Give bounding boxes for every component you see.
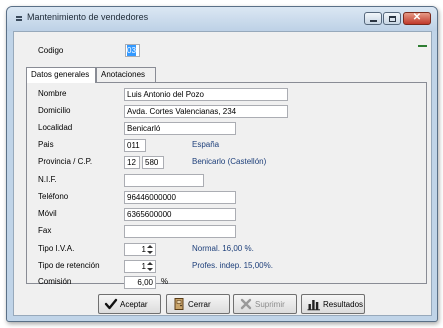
domicilio-input[interactable]: Avda. Cortes Valencianas, 234 [124, 105, 288, 118]
pais-input[interactable]: 011 [124, 139, 146, 152]
provincia-description: Benicarlo (Castellón) [192, 157, 267, 166]
vendedores-window: Mantenimiento de vendedores ✕ Codigo 03 … [6, 6, 438, 322]
spin-down-icon[interactable] [147, 251, 153, 254]
provincia-label: Provincia / C.P. [38, 157, 93, 166]
resultados-label: Resultados [323, 300, 364, 309]
tipo-retencion-description: Profes. indep. 15,00%. [192, 261, 273, 270]
window-client-area: Codigo 03 Datos generales Anotaciones No… [13, 31, 432, 316]
menu-icon[interactable] [16, 16, 22, 21]
datos-generales-panel: Nombre Luis Antonio del Pozo Domicilio A… [26, 82, 427, 289]
close-button[interactable]: ✕ [403, 12, 431, 25]
title-bar[interactable]: Mantenimiento de vendedores ✕ [7, 7, 437, 31]
localidad-label: Localidad [38, 123, 73, 132]
bar-chart-icon [307, 297, 321, 311]
maximize-icon [389, 16, 396, 22]
minimize-button[interactable] [364, 12, 382, 25]
nombre-input[interactable]: Luis Antonio del Pozo [124, 88, 288, 101]
comision-input[interactable]: 6,00 [124, 276, 156, 289]
suprimir-button[interactable]: Suprimir [233, 294, 297, 314]
maximize-button[interactable] [383, 12, 401, 25]
provincia-input[interactable]: 12 [124, 156, 140, 169]
tab-datos-generales[interactable]: Datos generales [26, 67, 96, 83]
nombre-label: Nombre [38, 89, 67, 98]
tab-anotaciones[interactable]: Anotaciones [96, 67, 156, 82]
cerrar-button[interactable]: Cerrar [166, 294, 230, 314]
spin-up-icon[interactable] [147, 245, 153, 248]
minimize-icon [370, 20, 377, 22]
spin-up-icon[interactable] [147, 262, 153, 265]
localidad-input[interactable]: Benicarló [124, 122, 236, 135]
resultados-button[interactable]: Resultados [301, 294, 365, 314]
tipo-iva-value: 1 [141, 245, 146, 254]
domicilio-label: Domicilio [38, 106, 71, 115]
fax-input[interactable] [124, 225, 236, 238]
fax-label: Fax [38, 226, 52, 235]
delete-x-icon [239, 297, 253, 311]
tipo-iva-label: Tipo I.V.A. [38, 244, 75, 253]
pais-label: Pais [38, 140, 54, 149]
cerrar-label: Cerrar [188, 300, 211, 309]
comision-unit: % [161, 277, 169, 286]
pais-description: España [192, 140, 220, 149]
suprimir-label: Suprimir [255, 300, 285, 309]
tipo-retencion-label: Tipo de retención [38, 261, 100, 270]
aceptar-button[interactable]: Aceptar [98, 294, 161, 314]
spinner-arrows[interactable] [146, 244, 155, 255]
nif-input[interactable] [124, 174, 204, 187]
code-input[interactable]: 03 [125, 44, 140, 57]
telefono-input[interactable]: 96446000000 [124, 191, 236, 204]
window-title: Mantenimiento de vendedores [27, 12, 149, 22]
door-icon [172, 297, 186, 311]
cp-input[interactable]: 580 [142, 156, 164, 169]
tipo-retencion-value: 1 [141, 262, 146, 271]
checkmark-icon [104, 297, 118, 311]
aceptar-label: Aceptar [120, 300, 148, 309]
tipo-iva-description: Normal. 16,00 %. [192, 244, 254, 253]
close-icon: ✕ [412, 12, 422, 23]
spin-down-icon[interactable] [147, 268, 153, 271]
code-value: 03 [127, 45, 136, 56]
comision-label: Comisión [38, 277, 72, 286]
movil-input[interactable]: 6365600000 [124, 208, 236, 221]
nif-label: N.I.F. [38, 175, 57, 184]
tipo-iva-spinner[interactable]: 1 [124, 243, 156, 256]
code-label: Codigo [38, 46, 64, 55]
status-indicator [418, 45, 427, 47]
tipo-retencion-spinner[interactable]: 1 [124, 260, 156, 273]
spinner-arrows[interactable] [146, 261, 155, 272]
telefono-label: Teléfono [38, 192, 69, 201]
movil-label: Móvil [38, 209, 57, 218]
